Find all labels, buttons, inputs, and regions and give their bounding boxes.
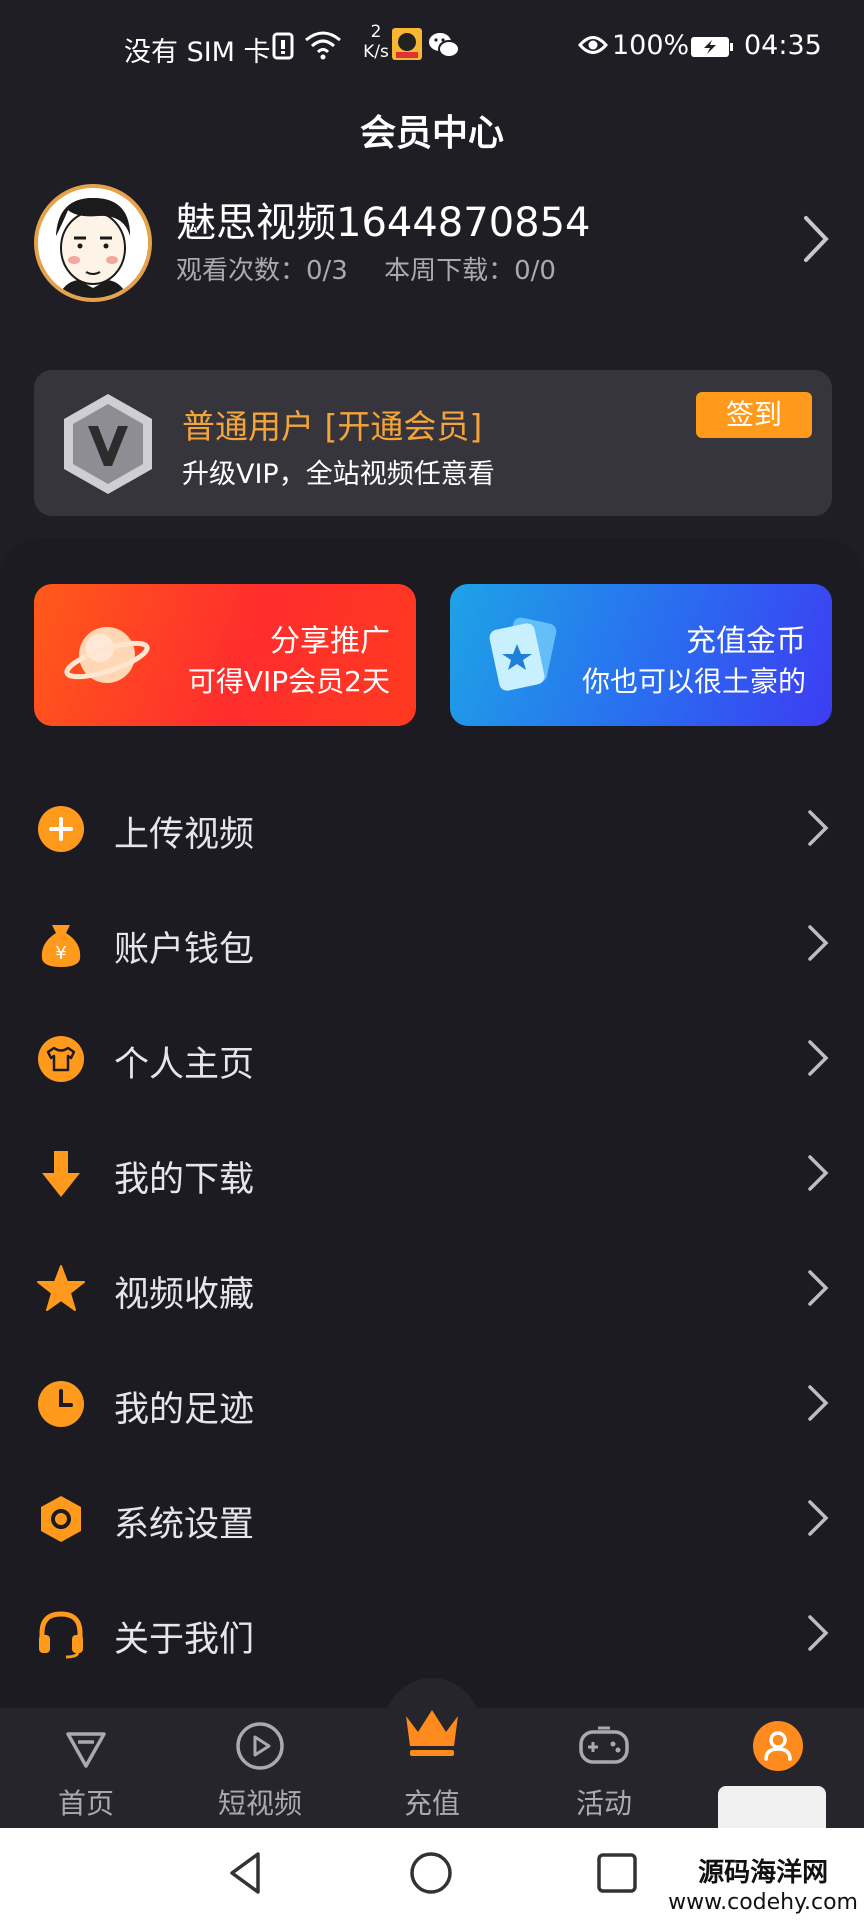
battery-icon [691,37,733,57]
planet-icon [64,627,150,683]
nav-label: 活动 [575,1787,632,1820]
net-speed-value: 2 [370,22,382,42]
chevron-right-icon [808,1500,829,1536]
member-card[interactable]: 普通用户 [开通会员] 升级VIP，全站视频任意看 签到 [34,370,832,516]
recents-square-icon[interactable] [592,1848,642,1898]
chevron-right-icon [808,1040,829,1076]
menu-item-about[interactable]: 关于我们 [0,1585,864,1681]
member-subtitle: 升级VIP，全站视频任意看 [182,459,495,490]
shirt-icon [38,1036,84,1082]
menu-item-favorites[interactable]: 视频收藏 [0,1240,864,1336]
wifi-icon [305,31,341,60]
download-count: 本周下载：0/0 [384,256,556,286]
headset-icon [39,1611,83,1659]
share-promo-title: 分享推广 [270,624,390,659]
menu-item-upload[interactable]: 上传视频 [0,780,864,876]
profile-chevron-icon[interactable] [796,212,836,266]
menu-item-label: 关于我们 [114,1620,255,1660]
menu-item-label: 我的足迹 [114,1390,255,1430]
back-triangle-icon[interactable] [222,1848,272,1898]
avatar[interactable] [34,184,152,302]
chevron-right-icon [808,1385,829,1421]
chevron-right-icon [808,925,829,961]
wechat-icon [429,33,460,58]
member-status[interactable]: 普通用户 [开通会员] [182,400,482,448]
download-arrow-icon [42,1151,80,1197]
net-speed-unit: K/s [363,42,389,62]
share-promo-card[interactable]: 分享推广 可得VIP会员2天 [34,584,416,726]
watermark: 源码海洋网 www.codehy.com [668,1858,858,1918]
money-bag-icon: ¥ [41,925,81,967]
menu-item-label: 系统设置 [114,1505,255,1545]
watermark-line2: www.codehy.com [668,1890,858,1915]
chevron-right-icon [808,810,829,846]
menu-item-wallet[interactable]: ¥ 账户钱包 [0,895,864,991]
nav-label: 短视频 [217,1787,302,1820]
menu-item-label: 我的下载 [114,1160,255,1200]
nav-home[interactable]: 首页 [16,1708,156,1828]
clock: 04:35 [744,30,822,61]
diamond-icon [66,1732,106,1768]
avatar-face-icon [38,188,148,298]
chevron-right-icon [808,1270,829,1306]
status-bar: 没有 SIM 卡 2 K/s 100% 04:35 [0,0,864,96]
nav-recharge[interactable]: 充值 [362,1708,502,1828]
net-speed: 2 K/s [356,22,396,62]
menu-item-history[interactable]: 我的足迹 [0,1355,864,1451]
plus-circle-icon [38,806,84,852]
share-promo-subtitle: 可得VIP会员2天 [187,665,390,698]
clock-icon [38,1381,84,1427]
play-circle-icon [236,1722,284,1770]
nav-activity[interactable]: 活动 [534,1708,674,1828]
battery-percent: 100% [612,30,690,61]
nav-short-video[interactable]: 短视频 [190,1708,330,1828]
menu-item-label: 账户钱包 [114,930,255,970]
svg-text:¥: ¥ [55,943,66,964]
star-card-icon [489,617,557,691]
user-stats: 观看次数：0/3 本周下载：0/0 [176,250,584,287]
watermark-line1: 源码海洋网 [698,1858,829,1888]
hexagon-settings-icon [41,1496,81,1542]
chevron-right-icon [808,1155,829,1191]
nav-label: 充值 [403,1787,460,1820]
sim-icon [272,32,294,60]
checkin-button[interactable]: 签到 [696,392,812,438]
carrier-text: 没有 SIM 卡 [124,37,271,68]
chevron-right-icon [808,1615,829,1651]
menu-item-settings[interactable]: 系统设置 [0,1470,864,1566]
menu-item-downloads[interactable]: 我的下载 [0,1125,864,1221]
user-icon [753,1721,803,1771]
page-title: 会员中心 [359,113,504,154]
app-notification-icon [392,28,422,60]
menu-item-homepage[interactable]: 个人主页 [0,1010,864,1106]
home-circle-icon[interactable] [406,1848,456,1898]
gamepad-icon [579,1726,629,1764]
recharge-promo-card[interactable]: 充值金币 你也可以很土豪的 [450,584,832,726]
nav-label: 首页 [57,1787,114,1820]
crown-icon [406,1710,458,1756]
view-count: 观看次数：0/3 [176,256,348,286]
menu-item-label: 视频收藏 [114,1275,255,1315]
vip-badge-icon [64,394,152,494]
eye-icon [578,36,608,54]
recharge-promo-title: 充值金币 [686,624,806,659]
username: 魅思视频1644870854 [176,200,591,246]
recharge-promo-subtitle: 你也可以很土豪的 [581,665,806,698]
menu-item-label: 个人主页 [114,1045,255,1085]
menu-item-label: 上传视频 [114,815,255,855]
star-icon [37,1265,85,1311]
